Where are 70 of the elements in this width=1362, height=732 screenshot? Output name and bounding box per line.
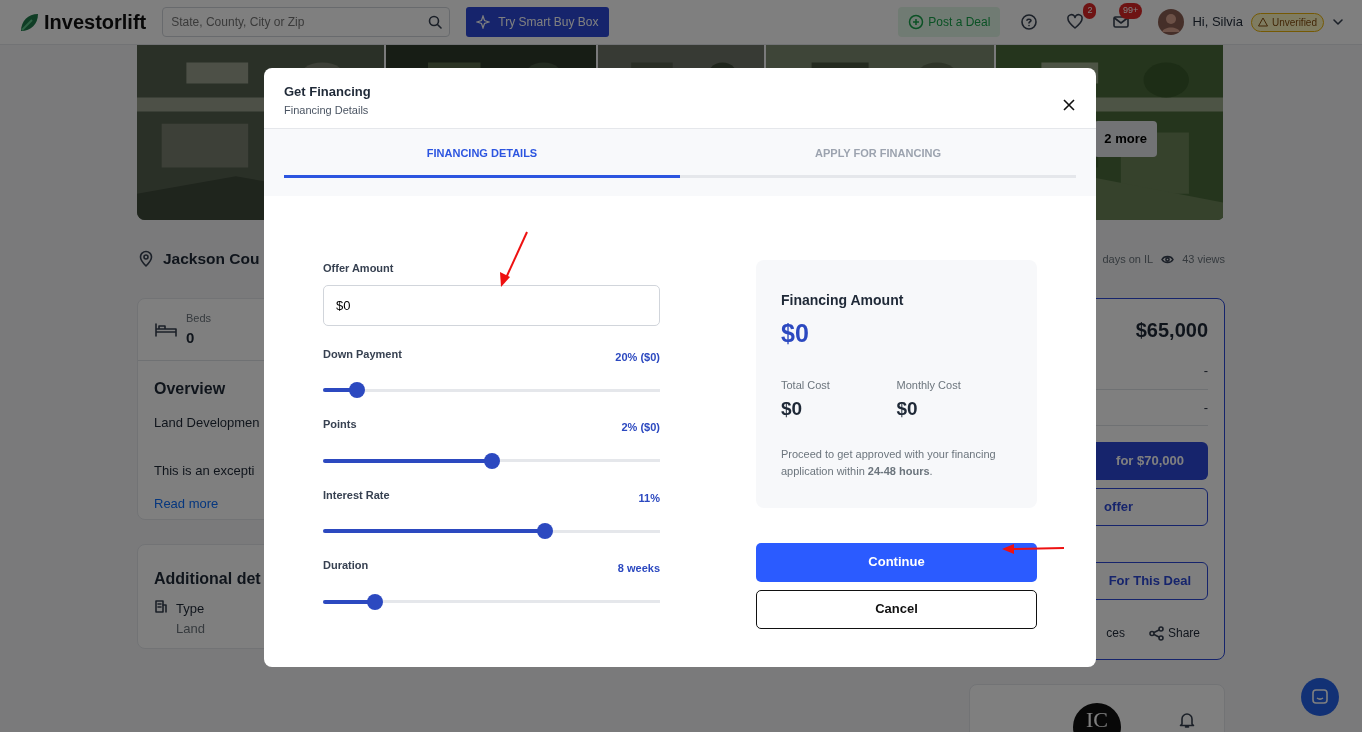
more-photos-button[interactable]: 2 more xyxy=(1094,121,1157,157)
agent-logo-text: IC xyxy=(1086,709,1108,732)
slider-reading: 8 weeks xyxy=(617,561,660,576)
annotation-arrow xyxy=(1002,544,1065,554)
search-icon[interactable] xyxy=(428,15,443,29)
slider-thumb[interactable] xyxy=(367,593,384,610)
plus-circle-icon xyxy=(908,14,925,30)
modal-title: Get Financing xyxy=(284,83,371,101)
type-label: Type xyxy=(176,600,205,618)
cost-value: $0 xyxy=(896,397,919,421)
close-icon[interactable] xyxy=(1062,98,1076,112)
financing-amount: $0 xyxy=(781,318,810,349)
bell-icon[interactable] xyxy=(1178,711,1196,729)
share-icon xyxy=(1148,625,1164,641)
slider-thumb[interactable] xyxy=(483,452,500,469)
building-icon xyxy=(154,599,168,613)
type-value: Land xyxy=(176,619,205,638)
chat-button[interactable] xyxy=(1301,678,1339,716)
slider-reading: 11% xyxy=(638,490,660,506)
slider-reading: 2% ($0) xyxy=(621,420,660,435)
read-more-link[interactable]: Read more xyxy=(154,494,219,514)
cost-value: $0 xyxy=(781,397,804,421)
action-link[interactable]: ces xyxy=(1106,624,1125,642)
slider-thumb[interactable] xyxy=(537,523,554,539)
slider-label: Points xyxy=(323,417,357,432)
cost-label: Monthly Cost xyxy=(896,377,962,393)
status-badge: Unverified xyxy=(1250,12,1324,32)
field-label: Offer Amount xyxy=(323,261,395,276)
slider-label: Interest Rate xyxy=(323,487,390,503)
search-field[interactable]: State, County, City or Zip xyxy=(162,7,451,37)
avatar[interactable] xyxy=(1158,9,1185,35)
overview-text: Land Developmen xyxy=(154,414,260,432)
slider-label: Duration xyxy=(323,558,369,573)
notification-count: 99+ xyxy=(1119,3,1143,19)
share-button[interactable]: Share xyxy=(1148,624,1200,642)
tab[interactable]: FINANCING DETAILS xyxy=(284,129,680,178)
user-greeting: Hi, Silvia xyxy=(1192,13,1243,32)
slider-reading: 20% ($0) xyxy=(615,349,660,365)
overview-text: This is an excepti xyxy=(154,461,255,480)
leaf-logo-icon[interactable] xyxy=(18,11,40,33)
price: $65,000 xyxy=(1134,318,1208,343)
slider-label: Down Payment xyxy=(323,346,402,362)
offer-amount-field[interactable]: $0 xyxy=(323,284,660,326)
warning-icon xyxy=(1257,17,1268,27)
bed-icon xyxy=(154,320,178,339)
summary-title: Financing Amount xyxy=(781,291,905,310)
logo-text[interactable]: Investorlift xyxy=(44,7,147,37)
cancel-button[interactable]: Cancel xyxy=(756,589,1037,629)
annotation-arrow xyxy=(500,231,528,287)
sparkle-icon xyxy=(476,15,491,29)
mail-icon[interactable] xyxy=(1112,13,1131,31)
overview-heading: Overview xyxy=(154,379,226,399)
tab[interactable]: APPLY FOR FINANCING xyxy=(680,129,1076,178)
notification-count: 2 xyxy=(1083,3,1097,19)
continue-button[interactable]: Continue xyxy=(756,542,1037,582)
modal-subtitle: Financing Details xyxy=(284,102,370,118)
beds-value: 0 xyxy=(186,327,196,348)
chat-icon xyxy=(1311,688,1329,706)
slider-thumb[interactable] xyxy=(348,382,365,398)
cost-label: Total Cost xyxy=(781,377,831,393)
location-pin-icon xyxy=(137,250,155,268)
listing-stat: days on IL xyxy=(1102,251,1154,267)
heart-icon[interactable] xyxy=(1066,13,1085,31)
section-heading: Additional det xyxy=(154,569,261,589)
chevron-down-icon[interactable] xyxy=(1332,16,1344,28)
help-chat-icon[interactable] xyxy=(1020,13,1039,31)
smart-buy-box-button[interactable]: Try Smart Buy Box xyxy=(466,7,609,37)
listing-title: Jackson Cou xyxy=(163,249,260,270)
listing-stat: 43 views xyxy=(1182,251,1225,267)
beds-label: Beds xyxy=(186,311,212,326)
